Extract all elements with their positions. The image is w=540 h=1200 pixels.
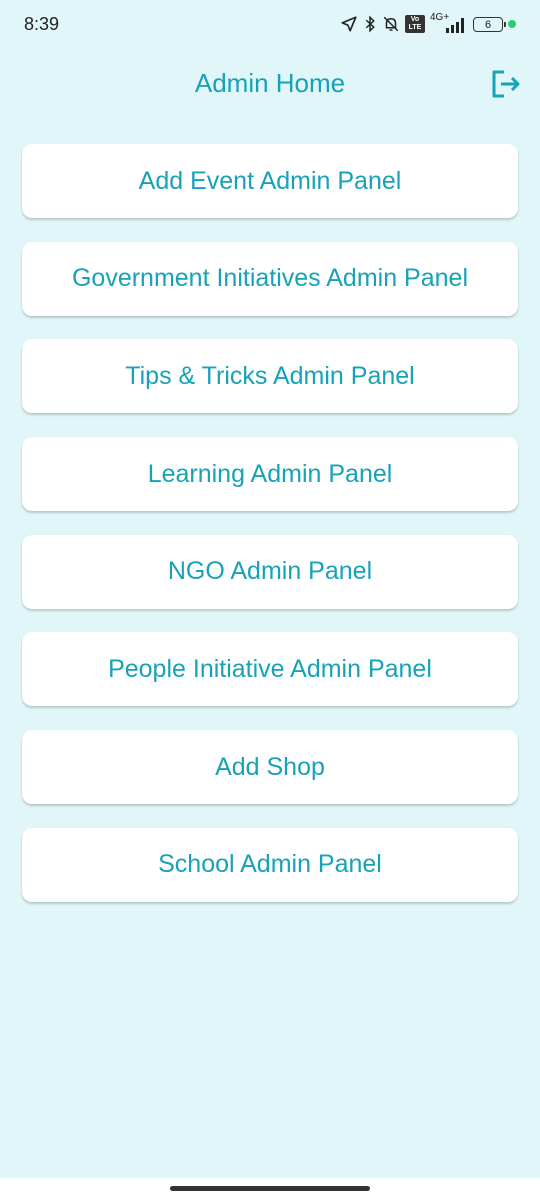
volte-icon: Vo LTE — [405, 15, 425, 33]
bell-off-icon — [382, 15, 400, 33]
battery-icon: 6 — [473, 16, 506, 32]
page-title: Admin Home — [194, 68, 346, 98]
app-header: Admin Home — [0, 60, 540, 108]
location-arrow-icon — [340, 15, 358, 33]
status-time: 8:39 — [24, 14, 60, 34]
government-initiatives-admin-panel-button[interactable]: Government Initiatives Admin Panel — [22, 241, 518, 316]
privacy-indicator-dot — [508, 20, 516, 28]
learning-admin-panel-button[interactable]: Learning Admin Panel — [22, 437, 518, 512]
add-shop-button[interactable]: Add Shop — [22, 730, 518, 805]
signal-icon: 4G+ — [430, 12, 468, 34]
status-bar: 8:39 Vo LTE 4G+ 6 — [0, 0, 540, 50]
people-initiative-admin-panel-button[interactable]: People Initiative Admin Panel — [22, 632, 518, 707]
logout-icon[interactable] — [490, 69, 522, 99]
ngo-admin-panel-button[interactable]: NGO Admin Panel — [22, 534, 518, 609]
school-admin-panel-button[interactable]: School Admin Panel — [22, 827, 518, 902]
home-gesture-handle[interactable] — [170, 1186, 370, 1191]
admin-panel-list: Add Event Admin Panel Government Initiat… — [22, 144, 518, 926]
tips-tricks-admin-panel-button[interactable]: Tips & Tricks Admin Panel — [22, 339, 518, 414]
status-icons: Vo LTE 4G+ 6 — [340, 12, 516, 36]
add-event-admin-panel-button[interactable]: Add Event Admin Panel — [22, 144, 518, 218]
navigation-bar — [0, 1178, 540, 1200]
bluetooth-icon — [363, 15, 377, 33]
